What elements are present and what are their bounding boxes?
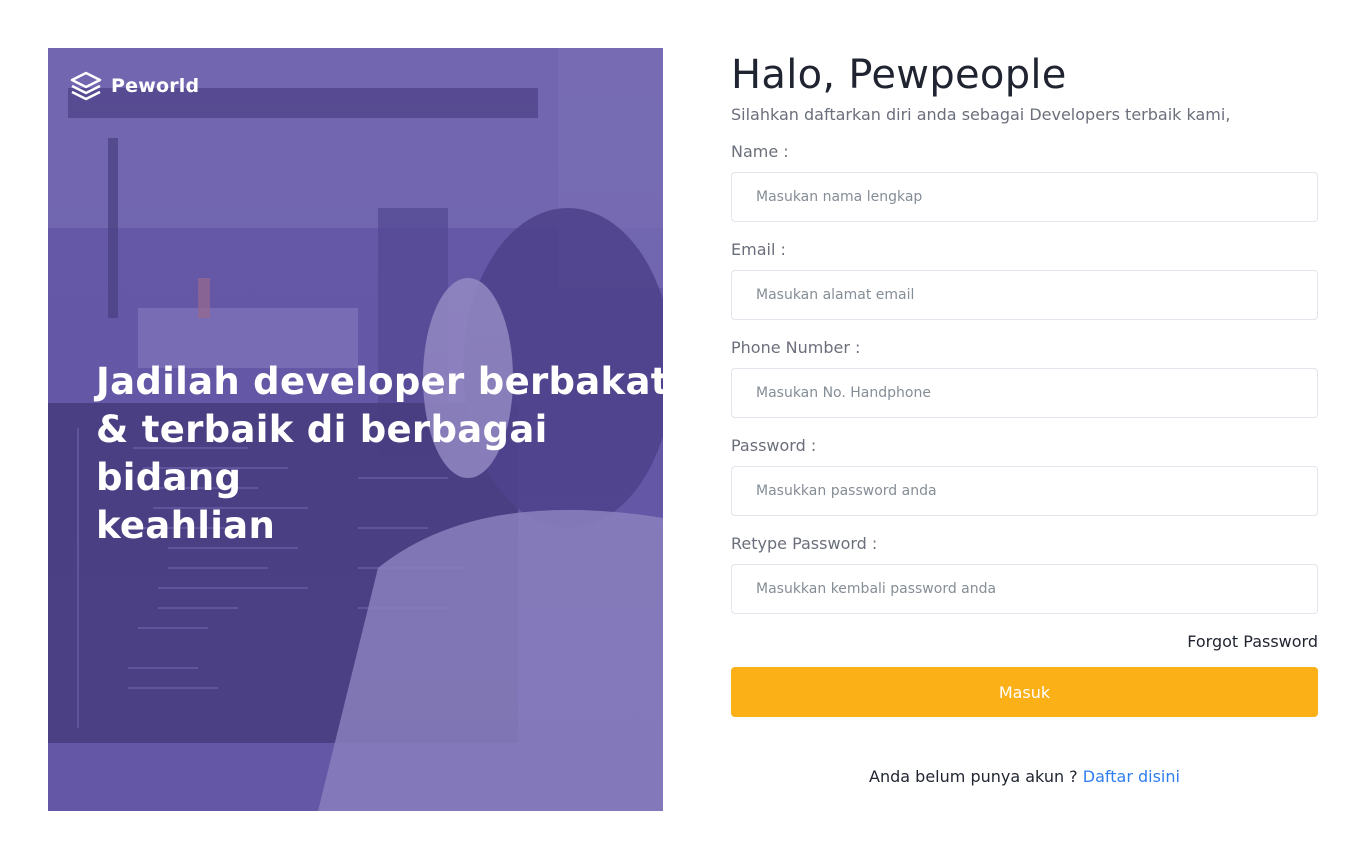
retype-password-input[interactable] — [731, 564, 1318, 614]
password-label: Password : — [731, 436, 817, 455]
signup-link[interactable]: Daftar disini — [1083, 767, 1180, 786]
hero-panel: Peworld Jadilah developer berbakat & ter… — [48, 48, 663, 811]
layers-icon — [70, 71, 102, 101]
name-input[interactable] — [731, 172, 1318, 222]
hero-headline: Jadilah developer berbakat & terbaik di … — [96, 360, 663, 547]
page-title: Halo, Pewpeople — [731, 52, 1067, 98]
retype-password-label: Retype Password : — [731, 534, 878, 553]
brand-logo: Peworld — [69, 69, 199, 103]
signup-prompt-text: Anda belum punya akun ? — [869, 767, 1078, 786]
password-input[interactable] — [731, 466, 1318, 516]
page-subtitle: Silahkan daftarkan diri anda sebagai Dev… — [731, 105, 1231, 124]
register-form: Halo, Pewpeople Silahkan daftarkan diri … — [731, 48, 1318, 786]
forgot-password-link[interactable]: Forgot Password — [731, 632, 1318, 651]
phone-label: Phone Number : — [731, 338, 861, 357]
email-label: Email : — [731, 240, 786, 259]
submit-button[interactable]: Masuk — [731, 667, 1318, 717]
name-label: Name : — [731, 142, 789, 161]
signup-prompt-row: Anda belum punya akun ? Daftar disini — [731, 767, 1318, 786]
email-input[interactable] — [731, 270, 1318, 320]
phone-input[interactable] — [731, 368, 1318, 418]
brand-name: Peworld — [111, 75, 200, 97]
